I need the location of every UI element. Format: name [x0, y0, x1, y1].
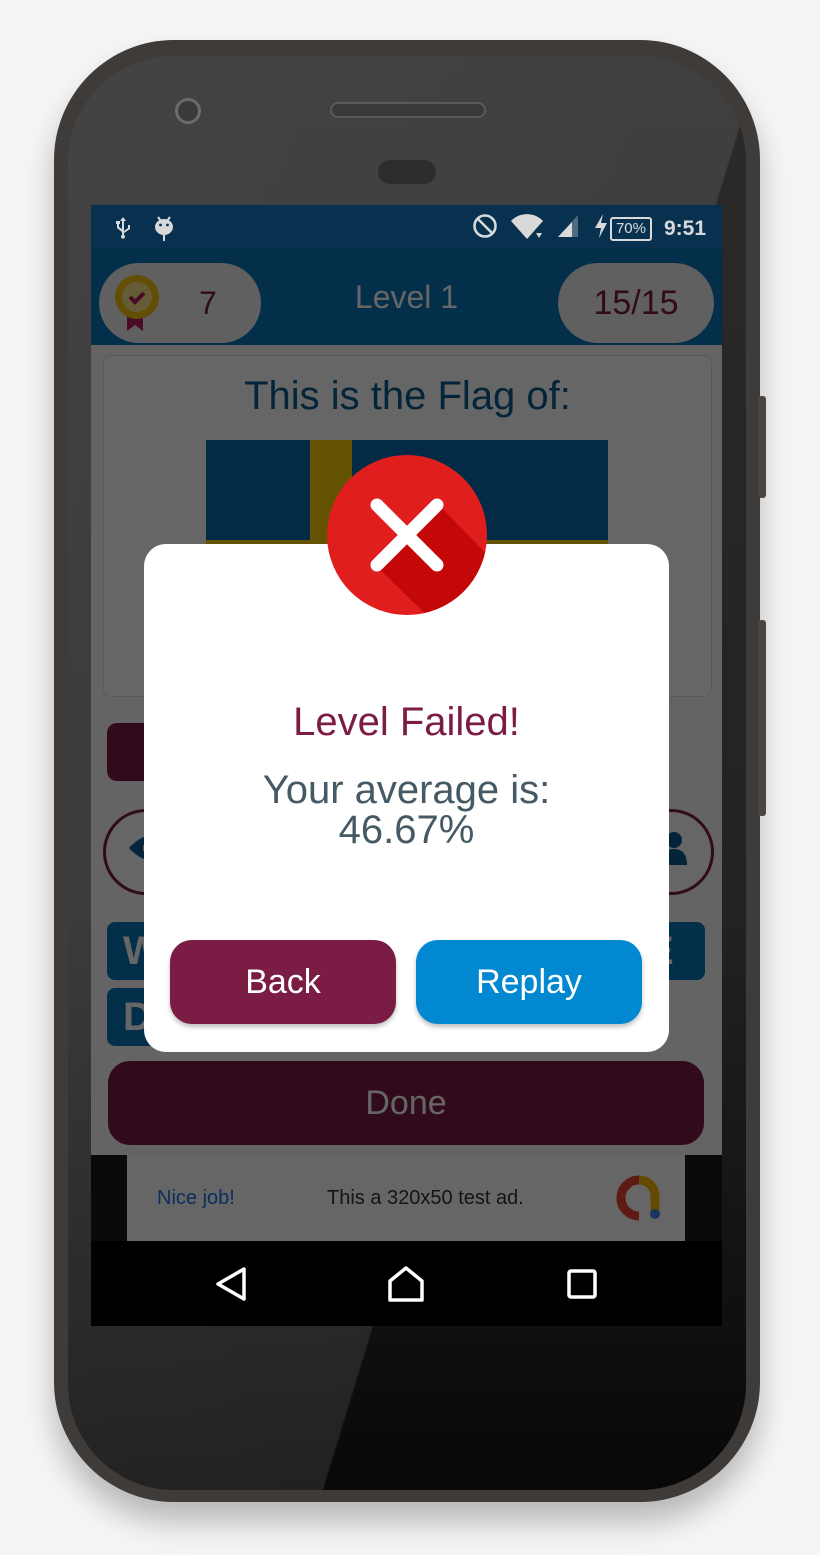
- earpiece-speaker: [330, 102, 486, 118]
- power-button: [758, 396, 766, 498]
- replay-button[interactable]: Replay: [416, 940, 642, 1024]
- dialog-title: Level Failed!: [293, 700, 520, 744]
- nav-home-button[interactable]: [381, 1261, 431, 1311]
- dialog-message: Your average is: 46.67%: [144, 770, 669, 850]
- front-camera: [175, 98, 201, 124]
- volume-button: [758, 620, 766, 816]
- screen: 70% 9:51 7 Level 1 15/15 This is the Fla…: [91, 205, 722, 1326]
- status-scrim: [91, 205, 722, 249]
- average-value: 46.67%: [338, 808, 475, 852]
- nav-home-icon: [387, 1265, 425, 1308]
- level-failed-dialog: Level Failed! Your average is: 46.67% Ba…: [144, 544, 669, 1052]
- failed-x-icon: [327, 455, 487, 615]
- nav-back-icon: [214, 1266, 248, 1307]
- back-button[interactable]: Back: [170, 940, 396, 1024]
- navigation-bar: [91, 1241, 722, 1326]
- average-label: Your average is:: [262, 768, 551, 812]
- nav-recents-icon: [567, 1268, 597, 1304]
- proximity-sensor: [378, 160, 436, 184]
- nav-back-button[interactable]: [206, 1261, 256, 1311]
- nav-recents-button[interactable]: [557, 1261, 607, 1311]
